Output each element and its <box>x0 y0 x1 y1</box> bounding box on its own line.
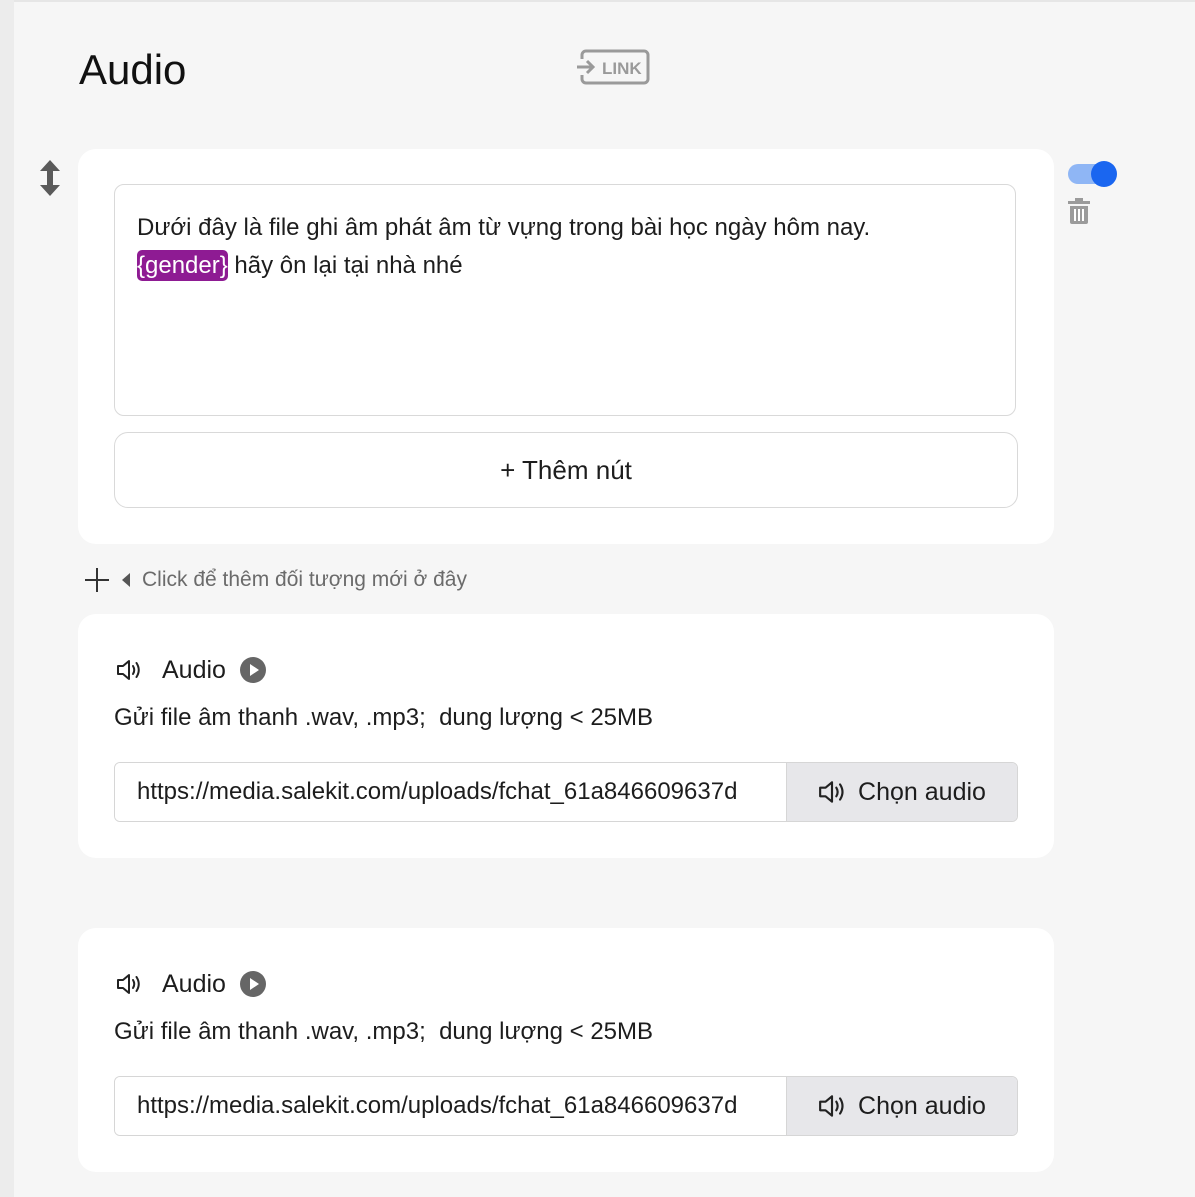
link-badge-label: LINK <box>602 59 642 78</box>
top-divider <box>14 0 1195 2</box>
audio-upload-hint: Gửi file âm thanh .wav, .mp3; dung lượng… <box>114 1018 654 1045</box>
audio-header: Audio <box>116 652 266 688</box>
audio-header: Audio <box>116 966 266 1002</box>
enable-toggle[interactable] <box>1068 161 1118 187</box>
drag-handle[interactable] <box>36 158 64 198</box>
caret-left-icon <box>122 573 130 587</box>
audio-url-input[interactable] <box>115 763 786 821</box>
audio-url-input[interactable] <box>115 1077 786 1135</box>
variable-chip-gender[interactable]: {gender} <box>137 250 228 281</box>
audio-block-title: Audio <box>162 969 226 998</box>
link-button[interactable]: LINK <box>576 49 650 85</box>
message-text-after: hãy ôn lại tại nhà nhé <box>227 252 463 279</box>
add-object-hint: Click để thêm đối tượng mới ở đây <box>142 568 467 591</box>
speaker-icon <box>117 660 140 680</box>
choose-audio-button[interactable]: Chọn audio <box>786 763 1017 821</box>
left-sidebar-edge <box>0 0 14 1197</box>
play-circle-icon[interactable] <box>239 971 266 997</box>
message-text: Dưới đây là file ghi âm phát âm từ vựng … <box>137 214 871 241</box>
audio-block-title: Audio <box>162 655 226 684</box>
message-text-editor[interactable]: Dưới đây là file ghi âm phát âm từ vựng … <box>114 184 1016 416</box>
audio-url-group: Chọn audio <box>114 1076 1018 1136</box>
choose-audio-label: Chọn audio <box>858 777 986 806</box>
audio-card: Audio Gửi file âm thanh .wav, .mp3; dung… <box>78 614 1054 858</box>
choose-audio-label: Chọn audio <box>858 1091 986 1120</box>
delete-button[interactable] <box>1068 198 1090 224</box>
speaker-icon <box>819 1095 844 1117</box>
choose-audio-button[interactable]: Chọn audio <box>786 1077 1017 1135</box>
audio-upload-hint: Gửi file âm thanh .wav, .mp3; dung lượng… <box>114 704 654 731</box>
toggle-knob <box>1091 161 1117 187</box>
text-message-card: Dưới đây là file ghi âm phát âm từ vựng … <box>78 149 1054 544</box>
speaker-icon <box>819 781 844 803</box>
plus-icon[interactable] <box>84 567 110 593</box>
link-icon: LINK <box>576 49 650 85</box>
trash-icon <box>1068 198 1090 224</box>
add-object-row[interactable]: Click để thêm đối tượng mới ở đây <box>84 562 467 598</box>
add-button-button[interactable]: + Thêm nút <box>114 432 1018 508</box>
page-title: Audio <box>79 46 187 93</box>
play-circle-icon[interactable] <box>239 657 266 683</box>
speaker-icon <box>117 974 140 994</box>
audio-url-group: Chọn audio <box>114 762 1018 822</box>
vertical-arrows-icon <box>40 160 60 196</box>
audio-card: Audio Gửi file âm thanh .wav, .mp3; dung… <box>78 928 1054 1172</box>
